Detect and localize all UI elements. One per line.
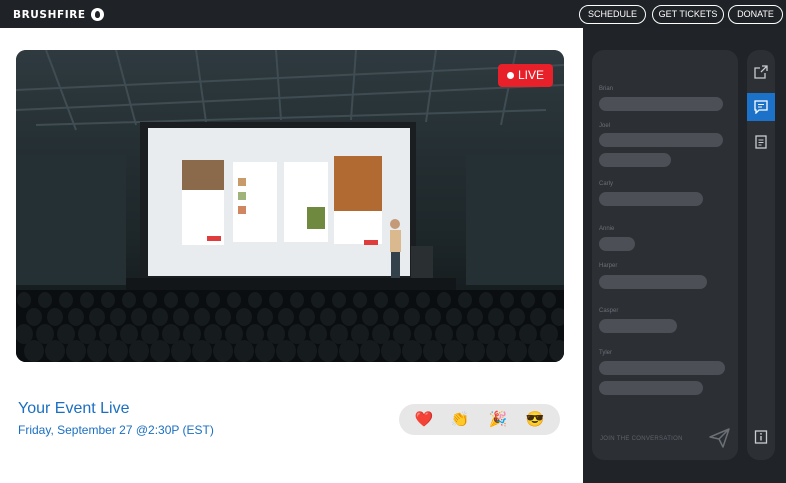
chat-message <box>599 97 723 111</box>
chat-button[interactable] <box>747 93 775 121</box>
chat-message <box>599 153 671 167</box>
event-datetime: Friday, September 27 @2:30P (EST) <box>18 423 214 437</box>
heart-reaction-button[interactable]: ❤️ <box>414 410 434 430</box>
chat-username: Tyler <box>599 350 613 356</box>
live-dot-icon <box>507 72 514 79</box>
chat-message <box>599 133 723 147</box>
stage-photo <box>16 50 564 362</box>
clap-reaction-button[interactable]: 👏 <box>450 410 470 430</box>
share-button[interactable] <box>747 58 775 86</box>
schedule-button[interactable]: SCHEDULE <box>579 5 646 24</box>
chat-input[interactable]: JOIN THE CONVERSATION <box>600 436 683 442</box>
chat-username: Brian <box>599 86 614 92</box>
notes-button[interactable] <box>747 128 775 156</box>
share-icon <box>754 65 768 79</box>
info-button[interactable] <box>747 423 775 451</box>
chat-message <box>599 192 703 206</box>
video-player[interactable]: LIVE <box>16 50 564 362</box>
cool-reaction-button[interactable]: 😎 <box>525 410 545 430</box>
chat-icon <box>754 100 768 114</box>
info-icon <box>754 430 768 444</box>
chat-username: Joel <box>599 123 611 129</box>
chat-username: Casper <box>599 308 619 314</box>
flame-icon <box>90 8 104 21</box>
chat-message <box>599 381 703 395</box>
notes-icon <box>755 135 767 149</box>
side-panel: Brian Joel Carly Annie Harper Casper Tyl… <box>583 28 786 483</box>
chat-message <box>599 237 635 251</box>
top-bar: BRUSHFIRE SCHEDULE GET TICKETS DONATE <box>0 0 786 28</box>
chat-panel: Brian Joel Carly Annie Harper Casper Tyl… <box>592 50 738 460</box>
event-title: Your Event Live <box>18 400 130 417</box>
icon-rail <box>747 50 775 460</box>
chat-username: Carly <box>599 181 614 187</box>
live-label: LIVE <box>518 68 545 82</box>
brand-name: BRUSHFIRE <box>13 8 86 21</box>
chat-message <box>599 319 677 333</box>
chat-message <box>599 275 707 289</box>
chat-username: Harper <box>599 263 618 269</box>
send-icon[interactable] <box>709 428 731 448</box>
get-tickets-button[interactable]: GET TICKETS <box>652 5 724 24</box>
party-reaction-button[interactable]: 🎉 <box>488 410 508 430</box>
brand-logo[interactable]: BRUSHFIRE <box>13 8 104 21</box>
reaction-bar: ❤️ 👏 🎉 😎 <box>399 404 560 435</box>
chat-username: Annie <box>599 226 615 232</box>
live-badge: LIVE <box>498 64 553 87</box>
donate-button[interactable]: DONATE <box>728 5 783 24</box>
chat-message <box>599 361 725 375</box>
